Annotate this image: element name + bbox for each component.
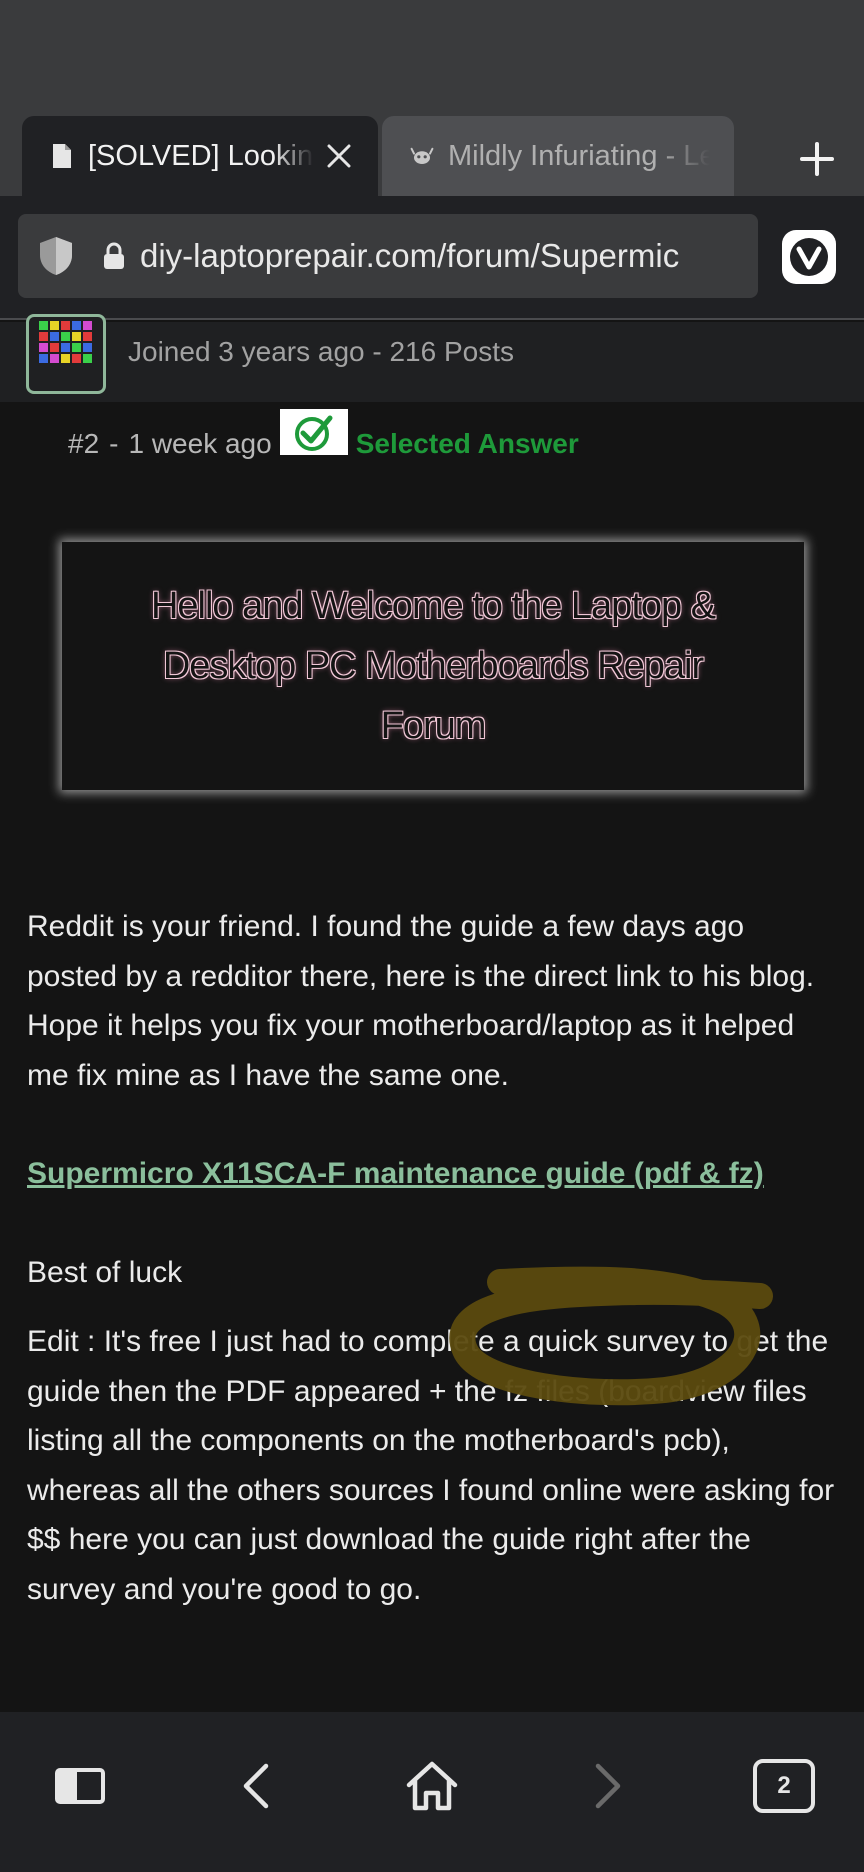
bottom-toolbar: 2 (0, 1712, 864, 1872)
post-number[interactable]: #2 (68, 428, 99, 460)
close-tab-icon[interactable] (322, 139, 356, 173)
post-meta: #2 - 1 week ago Selected Answer (68, 409, 579, 460)
post-time: 1 week ago (128, 428, 272, 459)
url-field[interactable]: diy-laptoprepair.com/forum/Supermic (18, 214, 758, 298)
author-joined-info: Joined 3 years ago - 216 Posts (128, 336, 515, 367)
forward-chevron-icon[interactable] (568, 1746, 648, 1826)
avatar[interactable] (26, 314, 106, 394)
welcome-banner-text: Hello and Welcome to the Laptop & Deskto… (150, 585, 716, 747)
panel-toggle-icon[interactable] (40, 1746, 120, 1826)
vivaldi-menu-icon[interactable] (782, 230, 836, 284)
new-tab-plus-icon[interactable] (792, 134, 842, 184)
tab-switcher-button[interactable]: 2 (744, 1746, 824, 1826)
selected-answer-label: Selected Answer (355, 428, 579, 459)
url-text: diy-laptoprepair.com/forum/Supermic (140, 237, 680, 274)
status-bar-area (0, 0, 864, 110)
post-sign-off: Best of luck (27, 1255, 183, 1289)
tab-mildly-infuriating[interactable]: Mildly Infuriating - Le (382, 116, 734, 196)
back-chevron-icon[interactable] (216, 1746, 296, 1826)
tab-title: Mildly Infuriating - Le (448, 139, 710, 172)
post-edit-note: Edit : It's free I just had to complete … (27, 1325, 835, 1606)
selected-answer-check-icon (279, 409, 348, 455)
guide-download-link[interactable]: Supermicro X11SCA-F maintenance guide (p… (27, 1157, 764, 1190)
tab-bar: [SOLVED] Looking fo Mildly Infuriating -… (0, 110, 864, 196)
home-icon[interactable] (392, 1746, 472, 1826)
post-content: #2 - 1 week ago Selected Answer Hello an… (0, 402, 864, 1712)
post-body: Reddit is your friend. I found the guide… (27, 902, 842, 1663)
tab-title: [SOLVED] Looking fo (88, 139, 314, 172)
author-strip: Joined 3 years ago - 216 Posts (0, 314, 864, 402)
document-icon (50, 141, 74, 171)
address-bar: diy-laptoprepair.com/forum/Supermic (0, 196, 864, 320)
lemmy-icon (410, 141, 434, 171)
tab-count: 2 (753, 1759, 815, 1813)
welcome-banner: Hello and Welcome to the Laptop & Deskto… (62, 542, 804, 790)
lock-icon (102, 241, 126, 271)
post-paragraph: Reddit is your friend. I found the guide… (27, 910, 815, 1092)
tab-solved-thread[interactable]: [SOLVED] Looking fo (22, 116, 378, 196)
meta-separator: - (109, 428, 119, 459)
shield-icon[interactable] (38, 235, 74, 277)
